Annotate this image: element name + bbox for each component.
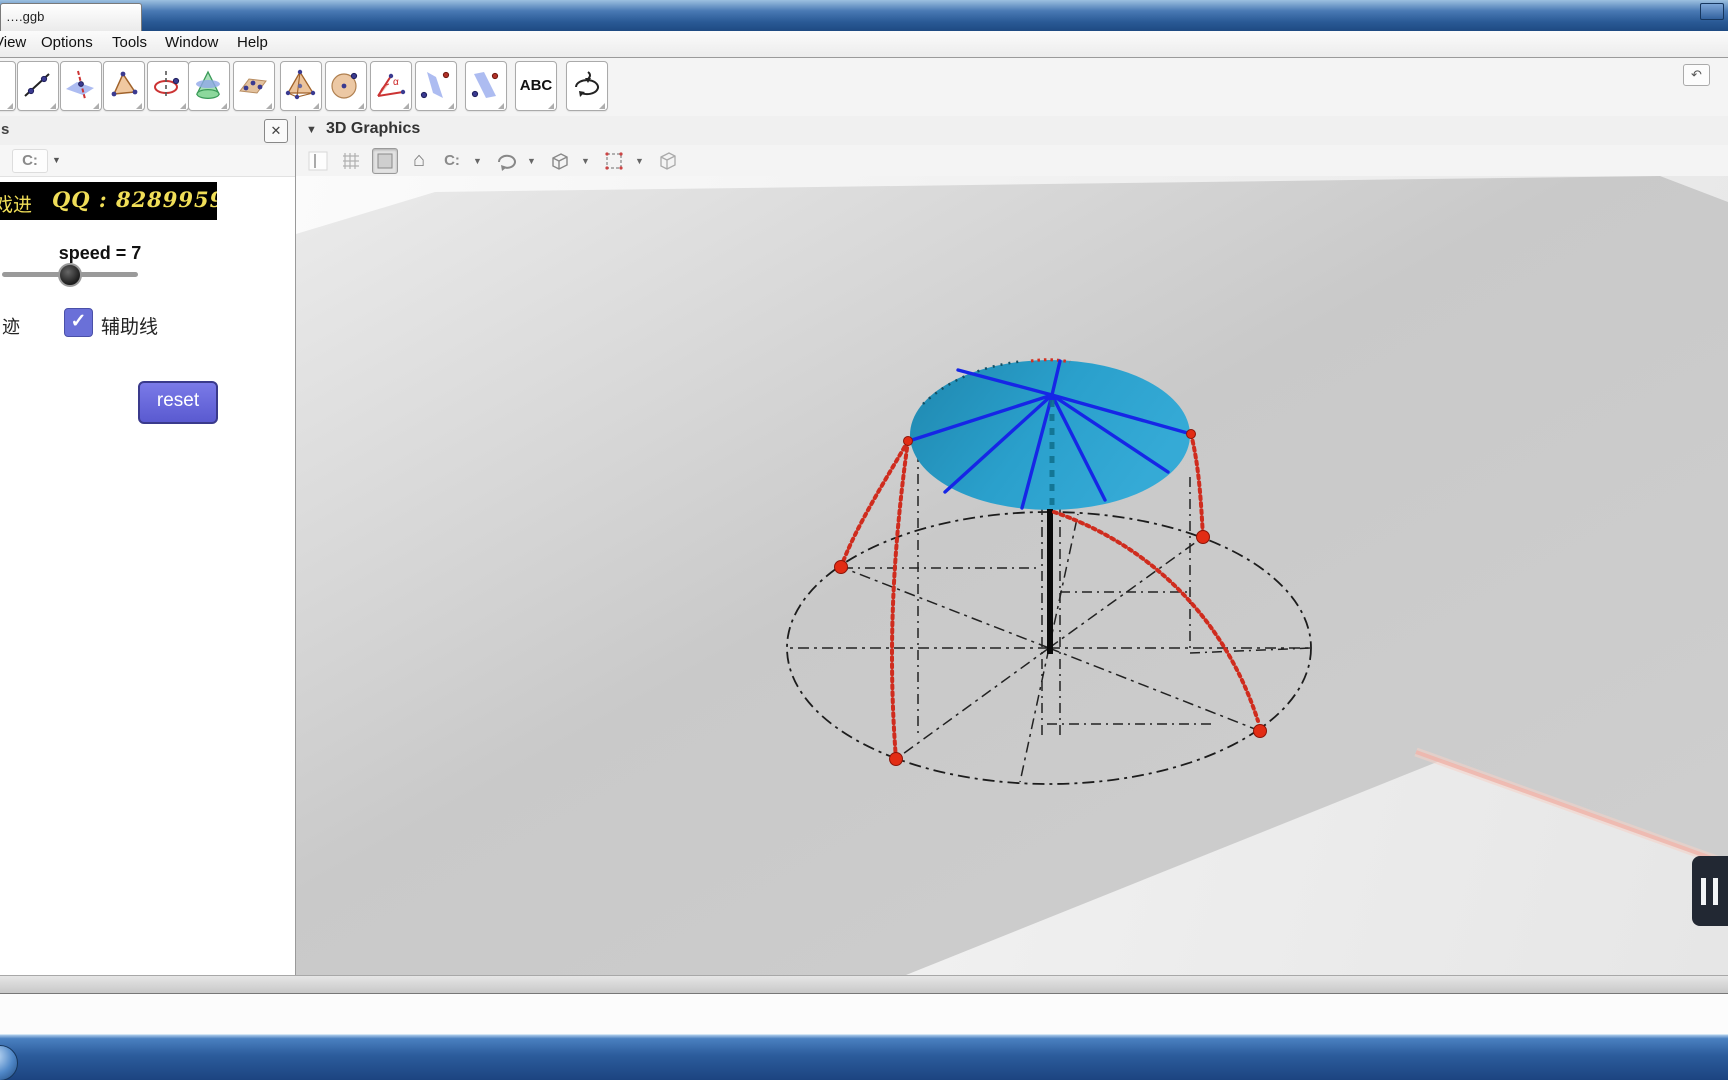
graphics3d-viewport[interactable] <box>296 176 1728 975</box>
pyramid-icon <box>285 69 316 100</box>
aux-lines-checkbox[interactable]: ✓ <box>64 308 93 337</box>
abc-label: ABC <box>519 77 553 94</box>
clipping-box-icon[interactable] <box>548 149 572 173</box>
banner-qq-number: QQ : 82899594 <box>52 187 217 212</box>
banner-chinese-text: 戏进 <box>0 194 33 216</box>
projection-cube-icon[interactable] <box>656 149 680 173</box>
reflect-point-icon <box>471 72 499 98</box>
menu-view[interactable]: View <box>0 34 26 51</box>
window-status-strip <box>0 975 1728 994</box>
tool-text-button[interactable]: ABC <box>515 61 557 111</box>
tool-reflect-plane-button[interactable] <box>415 61 457 111</box>
tool-sphere-button[interactable] <box>325 61 367 111</box>
tool-reflect-point-button[interactable] <box>465 61 507 111</box>
left-panel-header: s ✕ <box>0 116 295 146</box>
pause-bar-icon <box>1701 878 1706 905</box>
start-button[interactable] <box>0 1045 18 1080</box>
speed-slider-label: speed = 7 <box>58 243 142 263</box>
chevron-down-icon[interactable]: ▼ <box>527 156 539 166</box>
file-tab[interactable]: ….ggb <box>0 3 142 32</box>
plane-through-points-icon <box>239 78 267 94</box>
line-icon <box>24 73 50 97</box>
tool-line-button[interactable] <box>17 61 59 111</box>
menu-tools[interactable]: Tools <box>112 34 147 51</box>
circle-axis-icon <box>154 71 180 99</box>
menu-window[interactable]: Window <box>165 34 218 51</box>
left-panel-stylebar: C: ▼ <box>0 145 295 177</box>
chevron-down-icon[interactable]: ▼ <box>581 156 593 166</box>
sphere-icon <box>331 72 358 99</box>
desktop-area: S 五 ☽ <box>0 994 1728 1034</box>
qq-ad-banner: 戏进 QQ : 82899594 <box>0 182 217 220</box>
alpha-glyph: α <box>393 77 399 88</box>
window-title-bar[interactable]: ….ggb <box>0 0 1728 32</box>
cone-icon <box>195 70 221 100</box>
tool-cone-intersect-button[interactable] <box>188 61 230 111</box>
file-name: ….ggb <box>6 9 45 24</box>
tool-perpendicular-line-button[interactable] <box>60 61 102 111</box>
chevron-down-icon[interactable]: ▼ <box>473 156 485 166</box>
angle-icon: α <box>377 73 406 97</box>
left-panel-title-fragment: s <box>1 121 10 138</box>
aux-lines-label: 辅助线 <box>101 317 159 338</box>
xy-plane[interactable] <box>296 176 1728 975</box>
home-view-icon[interactable]: ⌂ <box>407 149 431 173</box>
clip-size-icon[interactable] <box>602 149 626 173</box>
check-icon: ✓ <box>70 311 87 332</box>
perpendicular-line-icon <box>66 70 94 100</box>
rotate-view-icon[interactable] <box>494 149 518 173</box>
pause-bar-icon <box>1713 878 1718 905</box>
graphics3d-title: 3D Graphics <box>326 120 421 137</box>
collapse-triangle-icon[interactable]: ▼ <box>306 124 317 136</box>
plane-icon[interactable] <box>372 147 398 174</box>
point-capture-icon[interactable]: C: <box>12 149 48 173</box>
menu-options[interactable]: Options <box>41 34 93 51</box>
left-panel-close-button[interactable]: ✕ <box>264 119 288 143</box>
rotate-view-icon <box>575 71 599 97</box>
taskbar: e ▶ S ▼ ▶ <box>0 1034 1728 1080</box>
speed-slider-thumb[interactable] <box>58 263 82 287</box>
point-capture-icon[interactable]: C: <box>440 149 464 173</box>
chevron-down-icon[interactable]: ▼ <box>52 155 61 165</box>
toolbar: α ABC ↶ <box>0 58 1728 117</box>
close-icon: ✕ <box>270 123 282 138</box>
tool-plane-points-button[interactable] <box>233 61 275 111</box>
menu-help[interactable]: Help <box>237 34 268 51</box>
pause-button[interactable] <box>1692 856 1728 926</box>
window-control-fragment[interactable] <box>1700 3 1724 20</box>
undo-icon: ↶ <box>1691 67 1702 82</box>
tool-polygon-button[interactable] <box>103 61 145 111</box>
menu-bar: View Options Tools Window Help <box>0 31 1728 58</box>
reflect-plane-icon <box>420 71 450 99</box>
graphics3d-header: ▼ 3D Graphics <box>296 116 1728 146</box>
tool-circle-axis-button[interactable] <box>147 61 189 111</box>
tool-partial-button[interactable] <box>0 61 16 111</box>
screen: ….ggb View Options Tools Window Help <box>0 0 1728 1080</box>
polygon-icon <box>111 71 138 97</box>
tool-pyramid-button[interactable] <box>280 61 322 111</box>
tool-angle-button[interactable]: α <box>370 61 412 111</box>
chevron-down-icon[interactable]: ▼ <box>635 156 647 166</box>
grid-icon[interactable] <box>339 149 363 173</box>
trace-label-fragment: 迹 <box>2 317 20 337</box>
scene-3d <box>296 176 1728 975</box>
graphics3d-stylebar: ⌂ C: ▼ ▼ ▼ ▼ <box>296 145 1728 176</box>
axes-icon[interactable] <box>306 149 330 173</box>
tool-rotate-view-button[interactable] <box>566 61 608 111</box>
undo-button[interactable]: ↶ <box>1683 64 1710 86</box>
reset-button[interactable]: reset <box>138 381 218 424</box>
